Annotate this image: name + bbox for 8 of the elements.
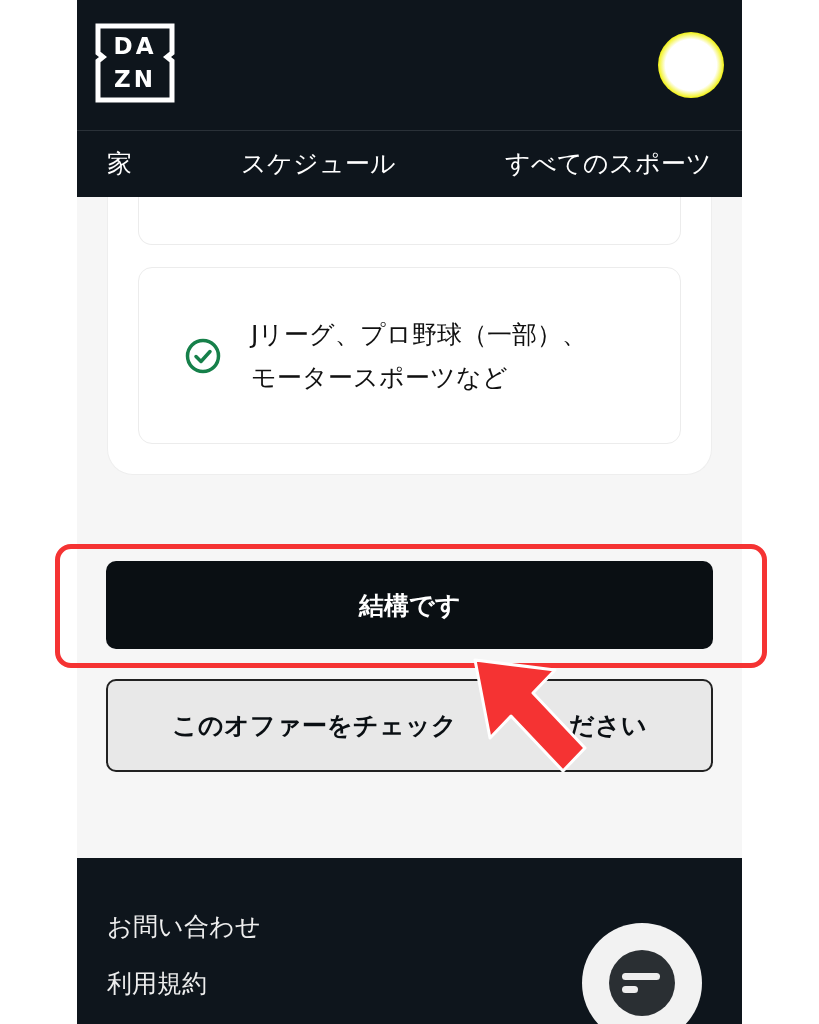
brand-logo[interactable]: DA ZN (95, 22, 175, 103)
footer-link[interactable]: お問い合わせ (107, 910, 261, 943)
decline-button[interactable]: 結構です (106, 561, 713, 649)
feature-text: Jリーグ、プロ野球（一部）、モータースポーツなど (251, 318, 589, 394)
nav-tab[interactable]: すべてのスポーツ (505, 147, 712, 181)
nav-tab[interactable]: 家 (107, 147, 132, 181)
footer-link[interactable]: 利用規約 (107, 967, 207, 1000)
nav-tab[interactable]: スケジュール (241, 147, 396, 181)
